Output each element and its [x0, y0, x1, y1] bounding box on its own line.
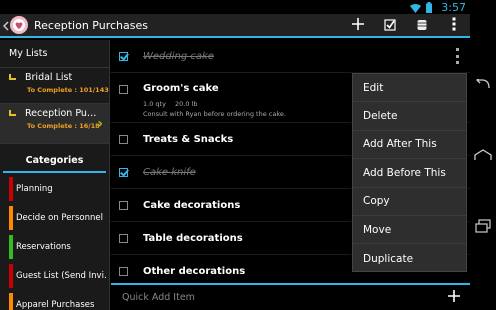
menu-item-copy[interactable]: Copy: [353, 188, 466, 216]
list-progress: To Complete : 101/143: [27, 86, 109, 94]
back-button[interactable]: [473, 73, 493, 93]
item-name: Groom's cake: [143, 83, 219, 94]
item-name: Treats & Snacks: [143, 133, 234, 145]
list-progress: To Complete : 16/18: [27, 122, 100, 130]
quick-add-bar: [111, 283, 470, 310]
item-note: Consult with Ryan before ordering the ca…: [143, 110, 286, 118]
category-label: Apparel Purchases: [16, 300, 95, 310]
home-icon: [474, 146, 492, 165]
page-title: Reception Purchases: [34, 18, 148, 32]
list-name: Reception Pu…: [25, 108, 97, 119]
stack-icon: [417, 16, 427, 35]
menu-item-delete[interactable]: Delete: [353, 102, 466, 131]
navigation-bar: [470, 0, 496, 310]
overflow-icon: [452, 16, 456, 35]
menu-item-move[interactable]: Move: [353, 216, 466, 245]
category-label: Guest List (Send Invi…: [16, 271, 106, 281]
category-label: Decide on Personnel: [16, 213, 103, 223]
chevron-left-icon: [2, 16, 9, 35]
add-icon: [447, 288, 461, 307]
list-name: Bridal List: [25, 72, 73, 83]
item-name: Other decorations: [143, 265, 246, 277]
category-planning[interactable]: Planning: [3, 176, 106, 202]
category-color-bar: [9, 293, 13, 310]
my-lists-header: My Lists: [0, 40, 109, 68]
item-checkbox[interactable]: [119, 200, 128, 210]
list-corner-icon: [9, 110, 16, 116]
list-corner-icon: [9, 74, 16, 80]
check-all-button[interactable]: [374, 13, 406, 37]
menu-item-duplicate[interactable]: Duplicate: [353, 244, 466, 272]
recent-apps-button[interactable]: [473, 217, 493, 237]
category-personnel[interactable]: Decide on Personnel: [3, 205, 106, 231]
item-name: Table decorations: [143, 232, 243, 244]
item-checkbox[interactable]: [119, 167, 128, 177]
menu-item-add-before[interactable]: Add Before This: [353, 159, 466, 188]
category-color-bar: [9, 264, 13, 288]
menu-item-add-after[interactable]: Add After This: [353, 131, 466, 160]
add-button[interactable]: [342, 13, 374, 37]
item-qty: 1.0 qty: [143, 100, 166, 108]
list-item[interactable]: Wedding cake: [111, 40, 470, 73]
category-color-bar: [9, 206, 13, 230]
add-icon: [351, 16, 365, 35]
category-apparel[interactable]: Apparel Purchases: [3, 292, 106, 310]
category-color-bar: [9, 177, 13, 201]
overflow-menu-button[interactable]: [438, 13, 470, 37]
lists-button[interactable]: [406, 13, 438, 37]
category-label: Planning: [16, 184, 53, 194]
item-checkbox[interactable]: [119, 51, 128, 61]
sidebar: My Lists Bridal List To Complete : 101/1…: [0, 40, 110, 310]
sidebar-list-bridal[interactable]: Bridal List To Complete : 101/143: [0, 68, 109, 104]
categories-header: Categories: [3, 149, 106, 173]
item-name: Wedding cake: [143, 50, 214, 62]
item-checkbox[interactable]: [119, 233, 128, 243]
category-reservations[interactable]: Reservations: [3, 234, 106, 260]
back-icon: [475, 74, 491, 93]
item-checkbox[interactable]: [119, 85, 128, 94]
context-menu: Edit Delete Add After This Add Before Th…: [352, 73, 467, 272]
item-meta: 1.0 qty 20.0 lb: [143, 100, 205, 108]
category-label: Reservations: [16, 242, 71, 252]
up-button[interactable]: [2, 13, 10, 37]
quick-add-input[interactable]: [111, 286, 440, 309]
status-time: 3:57: [441, 0, 466, 14]
recent-apps-icon: [475, 218, 491, 237]
screen: 3:57 Reception Purchases My Lists Bridal…: [0, 0, 496, 310]
home-button[interactable]: [473, 145, 493, 165]
status-bar: 3:57: [0, 0, 470, 14]
item-checkbox[interactable]: [119, 134, 128, 144]
category-guest-list[interactable]: Guest List (Send Invi…: [3, 263, 106, 289]
chevron-right-icon: ›: [97, 116, 103, 132]
menu-item-edit[interactable]: Edit: [353, 74, 466, 103]
item-name: Cake knife: [143, 166, 196, 178]
quick-add-button[interactable]: [440, 287, 468, 309]
item-overflow-icon[interactable]: [456, 48, 460, 64]
app-logo-icon[interactable]: [10, 16, 28, 34]
sidebar-list-reception[interactable]: Reception Pu… To Complete : 16/18 ›: [0, 104, 109, 144]
item-checkbox[interactable]: [119, 266, 128, 276]
action-bar: Reception Purchases: [0, 14, 470, 38]
item-weight: 20.0 lb: [175, 100, 198, 108]
category-color-bar: [9, 235, 13, 259]
item-name: Cake decorations: [143, 199, 241, 211]
checklist-icon: [384, 16, 396, 35]
